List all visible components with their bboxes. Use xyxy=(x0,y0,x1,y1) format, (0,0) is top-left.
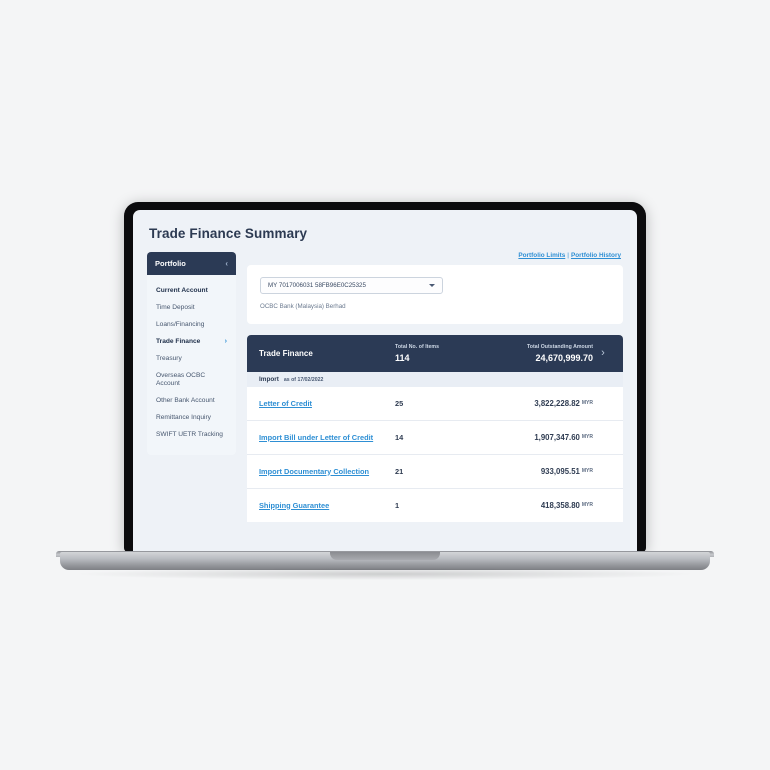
app-page: Trade Finance Summary Portfolio ‹ Curren… xyxy=(133,210,637,552)
row-items-count: 14 xyxy=(395,432,404,442)
section-title: Import xyxy=(259,375,279,383)
table-row: Shipping Guarantee 1 418,358.80 MYR xyxy=(247,489,623,522)
row-amount-value: 3,822,228.82 xyxy=(534,398,580,408)
summary-header: Trade Finance Total No. of Items 114 Tot… xyxy=(247,335,623,372)
row-items-count: 21 xyxy=(395,466,404,476)
summary-total-amount: Total Outstanding Amount 24,670,999.70 xyxy=(481,344,593,363)
sidebar-item-current-account[interactable]: Current Account xyxy=(147,283,236,300)
row-items-count: 25 xyxy=(395,398,404,408)
sidebar-item-treasury[interactable]: Treasury xyxy=(147,351,236,368)
row-items-count: 1 xyxy=(395,500,400,510)
portfolio-history-link[interactable]: Portfolio History xyxy=(571,252,621,259)
import-section-band: Import as of 17/02/2022 xyxy=(247,371,623,387)
main-content: Portfolio Limits | Portfolio History MY 70… xyxy=(247,252,623,522)
sidebar: Portfolio ‹ Current Account Time Deposit xyxy=(147,252,236,456)
summary-title: Trade Finance xyxy=(259,348,313,358)
account-select-value: MY 7017006031 58FB96E0C25325 xyxy=(268,282,366,289)
laptop-notch xyxy=(330,552,440,560)
page-title: Trade Finance Summary xyxy=(149,226,308,241)
row-amount: 1,907,347.60 MYR xyxy=(481,433,593,442)
chevron-left-icon[interactable]: ‹ xyxy=(225,259,228,268)
summary-amount-label: Total Outstanding Amount xyxy=(526,344,593,350)
row-amount: 418,358.80 MYR xyxy=(481,501,593,510)
row-link-shipping-guarantee[interactable]: Shipping Guarantee xyxy=(259,501,395,510)
row-link-import-documentary-collection[interactable]: Import Documentary Collection xyxy=(259,467,395,476)
summary-items-label: Total No. of Items xyxy=(395,344,440,350)
account-selector-card: MY 7017006031 58FB96E0C25325 OCBC Bank (… xyxy=(247,265,623,324)
laptop-screen: Trade Finance Summary Portfolio ‹ Curren… xyxy=(133,210,637,552)
sidebar-item-label: Other Bank Account xyxy=(156,397,215,405)
row-currency: MYR xyxy=(581,433,593,440)
table-row: Letter of Credit 25 3,822,228.82 MYR xyxy=(247,387,623,421)
chevron-right-icon[interactable]: › xyxy=(225,338,227,347)
summary-items-value: 114 xyxy=(395,352,410,363)
row-amount-value: 1,907,347.60 xyxy=(534,432,580,442)
sidebar-item-loans-financing[interactable]: Loans/Financing xyxy=(147,317,236,334)
sidebar-item-label: Time Deposit xyxy=(156,304,195,311)
chevron-right-icon[interactable]: › xyxy=(593,347,613,359)
row-amount: 933,095.51 MYR xyxy=(481,467,593,476)
link-separator: | xyxy=(567,252,569,259)
portfolio-limits-link[interactable]: Portfolio Limits xyxy=(518,252,565,259)
sidebar-item-label: Trade Finance xyxy=(156,337,201,345)
laptop-shadow xyxy=(80,568,690,580)
summary-amount-value: 24,670,999.70 xyxy=(535,352,593,363)
sidebar-item-label: Loans/Financing xyxy=(156,320,205,328)
section-as-of: as of 17/02/2022 xyxy=(283,376,324,383)
trade-finance-summary-card: Trade Finance Total No. of Items 114 Tot… xyxy=(247,335,623,522)
account-select[interactable]: MY 7017006031 58FB96E0C25325 xyxy=(260,277,443,294)
row-currency: MYR xyxy=(581,399,593,406)
sidebar-item-other-bank-account[interactable]: Other Bank Account xyxy=(147,393,236,410)
table-row: Import Bill under Letter of Credit 14 1,… xyxy=(247,421,623,455)
laptop-mockup: Trade Finance Summary Portfolio ‹ Curren… xyxy=(0,0,770,770)
row-currency: MYR xyxy=(581,467,593,474)
sidebar-menu: Current Account Time Deposit Loans/Finan… xyxy=(147,275,236,456)
sidebar-header[interactable]: Portfolio ‹ xyxy=(147,252,236,275)
sidebar-header-label: Portfolio xyxy=(155,259,186,268)
row-link-letter-of-credit[interactable]: Letter of Credit xyxy=(259,399,395,408)
sidebar-item-swift-uetr-tracking[interactable]: SWIFT UETR Tracking xyxy=(147,426,236,443)
sidebar-item-trade-finance[interactable]: Trade Finance › xyxy=(147,333,236,350)
portfolio-links: Portfolio Limits | Portfolio History xyxy=(247,252,623,259)
sidebar-item-label: Current Account xyxy=(156,287,208,295)
sidebar-item-label: SWIFT UETR Tracking xyxy=(156,430,223,438)
row-amount-value: 418,358.80 xyxy=(540,500,580,510)
page-layout: Portfolio ‹ Current Account Time Deposit xyxy=(147,252,623,522)
table-row: Import Documentary Collection 21 933,095… xyxy=(247,455,623,489)
row-currency: MYR xyxy=(581,501,593,508)
sidebar-item-label: Remittance Inquiry xyxy=(156,413,211,421)
sidebar-item-remittance-inquiry[interactable]: Remittance Inquiry xyxy=(147,410,236,427)
chevron-down-icon[interactable] xyxy=(429,284,435,287)
row-amount-value: 933,095.51 xyxy=(540,466,580,476)
row-amount: 3,822,228.82 MYR xyxy=(481,399,593,408)
summary-total-items: Total No. of Items 114 xyxy=(395,344,481,363)
sidebar-item-time-deposit[interactable]: Time Deposit xyxy=(147,300,236,317)
laptop-lid: Trade Finance Summary Portfolio ‹ Curren… xyxy=(124,202,646,552)
sidebar-item-label: Overseas OCBC Account xyxy=(156,371,206,388)
sidebar-item-overseas-ocbc-account[interactable]: Overseas OCBC Account xyxy=(147,368,236,393)
row-link-import-bill-under-letter-of-credit[interactable]: Import Bill under Letter of Credit xyxy=(259,433,395,442)
account-bank-name: OCBC Bank (Malaysia) Berhad xyxy=(260,303,346,310)
sidebar-item-label: Treasury xyxy=(156,354,182,362)
